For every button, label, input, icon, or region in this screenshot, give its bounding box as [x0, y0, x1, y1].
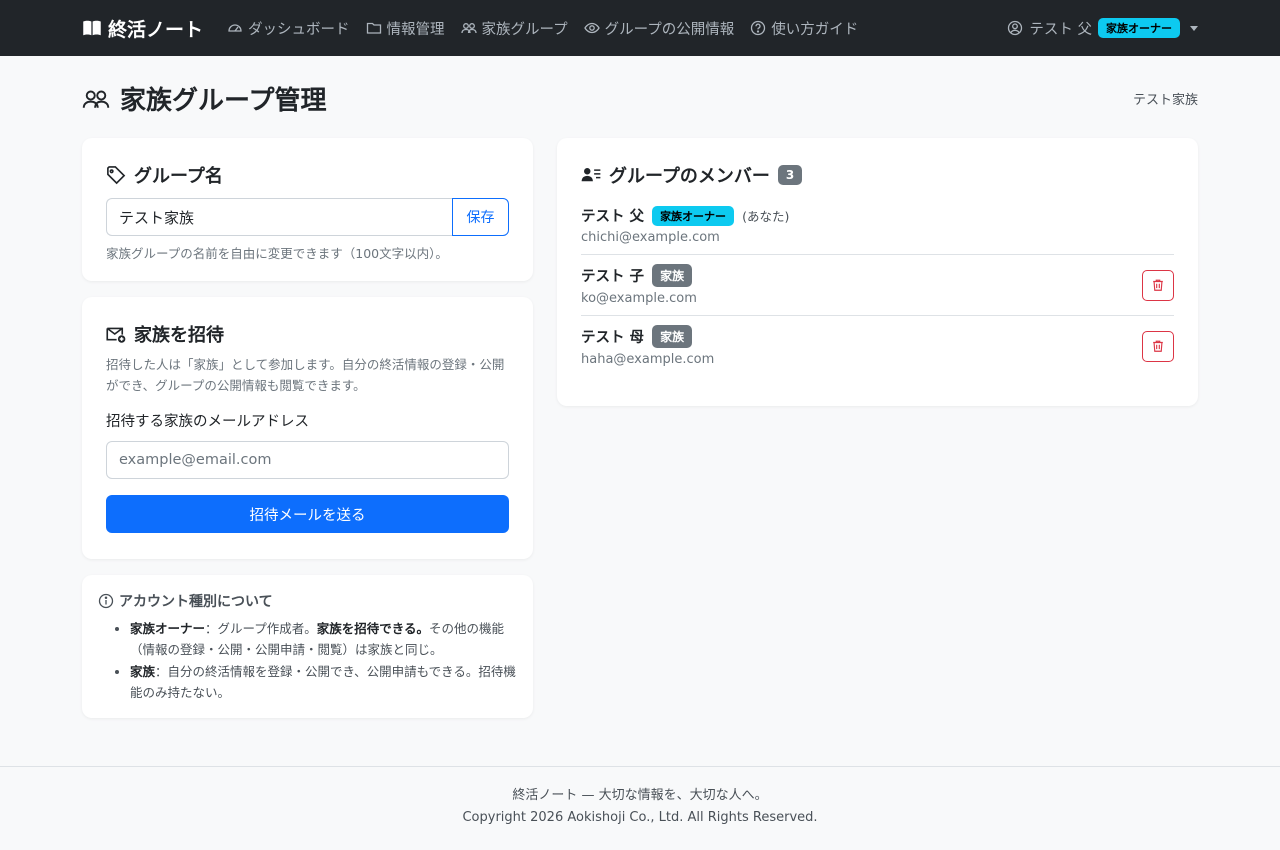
- table-row: テスト 父 家族オーナー (あなた) chichi@example.com: [581, 196, 1174, 255]
- brand-name: 終活ノート: [108, 18, 204, 41]
- invite-card: 家族を招待 招待した人は「家族」として参加します。自分の終活情報の登録・公開がで…: [82, 297, 533, 559]
- you-label: (あなた): [742, 209, 790, 224]
- remove-member-button[interactable]: [1142, 269, 1174, 301]
- member-email: chichi@example.com: [581, 230, 720, 245]
- invite-heading: 家族を招待: [106, 321, 509, 347]
- navbar: 終活ノート ダッシュボード 情報管理 家族グループ グループの公開情報 使い方ガ…: [0, 0, 1280, 56]
- info-circle-icon: [98, 593, 114, 609]
- table-row: テスト 子 家族 ko@example.com: [581, 255, 1174, 316]
- footer: 終活ノート — 大切な情報を、大切な人へ。 Copyright 2026 Aok…: [0, 766, 1280, 850]
- members-heading: グループのメンバー 3: [581, 162, 1174, 188]
- nav-item-family-group[interactable]: 家族グループ: [460, 18, 568, 39]
- group-name-help: 家族グループの名前を自由に変更できます（100文字以内）。: [106, 246, 448, 261]
- page-title: 家族グループ管理: [82, 80, 326, 117]
- list-item: 家族：自分の終活情報を登録・公開でき、公開申請もできる。招待機能のみ持たない。: [130, 662, 517, 703]
- nav-item-public-info[interactable]: グループの公開情報: [583, 18, 734, 39]
- tag-icon: [107, 166, 126, 185]
- people-icon: [460, 23, 477, 34]
- user-role-badge: 家族オーナー: [1098, 18, 1180, 38]
- member-email: haha@example.com: [581, 352, 715, 367]
- trash-icon: [1153, 340, 1163, 352]
- footer-copyright: Copyright 2026 Aokishoji Co., Ltd. All R…: [462, 810, 818, 826]
- trash-icon: [1153, 279, 1163, 291]
- member-name: テスト 父: [581, 209, 645, 225]
- people-icon: [82, 90, 110, 108]
- role-badge: 家族オーナー: [652, 205, 735, 226]
- user-name: テスト 父: [1029, 21, 1092, 38]
- email-label: 招待する家族のメールアドレス: [106, 414, 309, 431]
- member-name: テスト 子: [581, 269, 645, 285]
- group-name-heading: グループ名: [106, 162, 509, 188]
- brand[interactable]: 終活ノート: [82, 15, 203, 42]
- book-icon: [83, 20, 101, 36]
- chevron-down-icon: [1190, 25, 1198, 31]
- member-name: テスト 母: [581, 330, 645, 346]
- question-circle-icon: [751, 20, 766, 36]
- nav-item-guide[interactable]: 使い方ガイド: [750, 18, 858, 39]
- eye-icon: [583, 22, 600, 34]
- list-item: 家族オーナー：グループ作成者。家族を招待できる。その他の機能（情報の登録・公開・…: [130, 619, 517, 660]
- members-card: グループのメンバー 3 テスト 父 家族オーナー (あなた) chichi@ex…: [557, 138, 1198, 406]
- account-types-heading: アカウント種別について: [98, 591, 517, 611]
- user-menu[interactable]: テスト 父 家族オーナー: [1007, 18, 1198, 39]
- person-circle-icon: [1008, 20, 1023, 36]
- send-invite-button[interactable]: 招待メールを送る: [106, 495, 509, 534]
- email-input[interactable]: [106, 441, 509, 480]
- group-name-input[interactable]: [106, 198, 452, 236]
- table-row: テスト 母 家族 haha@example.com: [581, 316, 1174, 376]
- invite-description: 招待した人は「家族」として参加します。自分の終活情報の登録・公開ができ、グループ…: [106, 357, 505, 393]
- envelope-plus-icon: [106, 327, 126, 343]
- member-list: テスト 父 家族オーナー (あなた) chichi@example.com テス…: [581, 196, 1174, 376]
- current-group-name: テスト家族: [1132, 93, 1198, 108]
- page-header: 家族グループ管理 テスト家族: [82, 80, 1198, 117]
- account-types-card: アカウント種別について 家族オーナー：グループ作成者。家族を招待できる。その他の…: [82, 575, 533, 718]
- member-count-badge: 3: [777, 165, 803, 185]
- person-lines-icon: [581, 168, 601, 182]
- folder-icon: [366, 22, 381, 34]
- account-types-list: 家族オーナー：グループ作成者。家族を招待できる。その他の機能（情報の登録・公開・…: [98, 619, 517, 704]
- member-email: ko@example.com: [581, 291, 697, 306]
- role-badge: 家族: [652, 325, 693, 348]
- speedometer-icon: [228, 24, 242, 32]
- footer-tagline: 終活ノート — 大切な情報を、大切な人へ。: [512, 788, 768, 803]
- nav-item-dashboard[interactable]: ダッシュボード: [227, 18, 350, 39]
- group-name-card: グループ名 保存 家族グループの名前を自由に変更できます（100文字以内）。: [82, 138, 533, 281]
- remove-member-button[interactable]: [1142, 330, 1174, 362]
- save-button[interactable]: 保存: [452, 198, 509, 236]
- role-badge: 家族: [652, 264, 693, 287]
- nav-item-info-management[interactable]: 情報管理: [366, 18, 445, 39]
- group-name-input-group: 保存: [106, 198, 509, 236]
